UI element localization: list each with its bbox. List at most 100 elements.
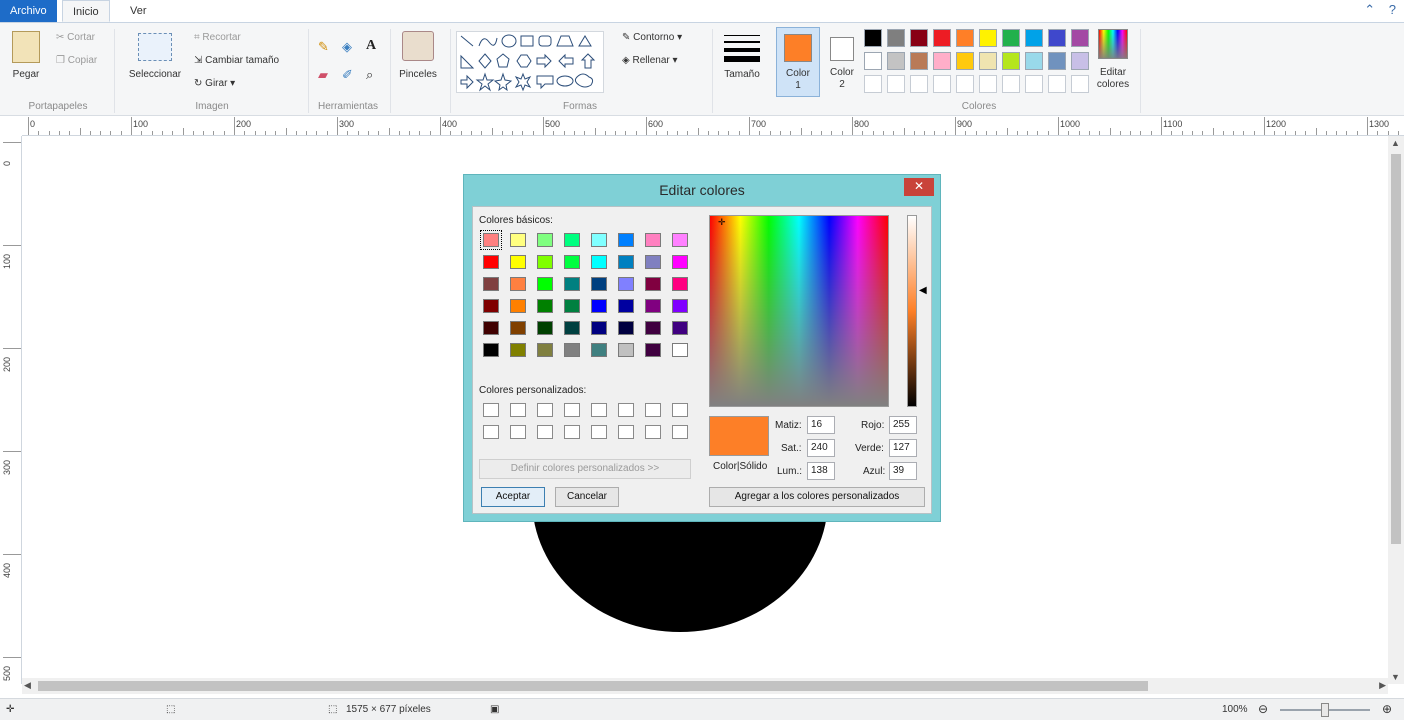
fill-bucket-icon[interactable]: ◈ bbox=[342, 39, 352, 55]
basic-color-cell[interactable] bbox=[591, 299, 607, 313]
basic-color-cell[interactable] bbox=[510, 299, 526, 313]
pencil-icon[interactable]: ✎ bbox=[318, 39, 329, 55]
zoom-in-icon[interactable]: ⊕ bbox=[1382, 702, 1392, 716]
basic-color-cell[interactable] bbox=[483, 255, 499, 269]
palette-color-swatch[interactable] bbox=[979, 52, 997, 70]
palette-color-swatch[interactable] bbox=[864, 29, 882, 47]
basic-color-cell[interactable] bbox=[537, 233, 553, 247]
basic-color-cell[interactable] bbox=[537, 299, 553, 313]
palette-color-swatch[interactable] bbox=[933, 52, 951, 70]
basic-color-cell[interactable] bbox=[537, 255, 553, 269]
palette-color-swatch[interactable] bbox=[979, 29, 997, 47]
basic-color-cell[interactable] bbox=[645, 299, 661, 313]
define-custom-colors-button[interactable]: Definir colores personalizados >> bbox=[479, 459, 691, 479]
outline-dropdown[interactable]: ✎ Contorno ▾ bbox=[622, 32, 682, 43]
basic-color-cell[interactable] bbox=[591, 343, 607, 357]
paste-button[interactable]: Pegar bbox=[6, 69, 46, 81]
palette-color-swatch[interactable] bbox=[887, 29, 905, 47]
brush-icon[interactable] bbox=[402, 31, 434, 61]
basic-color-cell[interactable] bbox=[672, 255, 688, 269]
copy-button[interactable]: ❐ Copiar bbox=[56, 55, 97, 66]
luminance-slider[interactable] bbox=[907, 215, 917, 407]
edit-colors-label-2[interactable]: colores bbox=[1090, 79, 1136, 91]
basic-color-cell[interactable] bbox=[591, 233, 607, 247]
basic-color-cell[interactable] bbox=[645, 277, 661, 291]
add-to-custom-colors-button[interactable]: Agregar a los colores personalizados bbox=[709, 487, 925, 507]
custom-color-cell[interactable] bbox=[618, 403, 634, 417]
palette-color-swatch[interactable] bbox=[956, 29, 974, 47]
basic-color-cell[interactable] bbox=[618, 321, 634, 335]
text-tool-icon[interactable]: A bbox=[366, 38, 376, 54]
custom-color-cell[interactable] bbox=[537, 425, 553, 439]
basic-color-cell[interactable] bbox=[618, 255, 634, 269]
shapes-gallery[interactable] bbox=[456, 31, 604, 93]
color-picker-icon[interactable]: ✐ bbox=[342, 67, 353, 83]
custom-color-cell[interactable] bbox=[591, 403, 607, 417]
basic-color-cell[interactable] bbox=[510, 255, 526, 269]
zoom-out-icon[interactable]: ⊖ bbox=[1258, 702, 1268, 716]
basic-color-cell[interactable] bbox=[537, 277, 553, 291]
basic-color-cell[interactable] bbox=[483, 321, 499, 335]
palette-empty-swatch[interactable] bbox=[910, 75, 928, 93]
scroll-up-icon[interactable]: ▲ bbox=[1391, 138, 1400, 148]
basic-color-cell[interactable] bbox=[645, 343, 661, 357]
paste-icon[interactable] bbox=[12, 31, 40, 63]
basic-color-cell[interactable] bbox=[591, 277, 607, 291]
basic-color-cell[interactable] bbox=[618, 299, 634, 313]
custom-color-cell[interactable] bbox=[672, 425, 688, 439]
basic-color-cell[interactable] bbox=[672, 321, 688, 335]
palette-color-swatch[interactable] bbox=[1048, 29, 1066, 47]
luminance-pointer-icon[interactable]: ◀ bbox=[919, 285, 927, 296]
basic-color-cell[interactable] bbox=[591, 255, 607, 269]
basic-color-cell[interactable] bbox=[618, 233, 634, 247]
blue-input[interactable]: 39 bbox=[889, 462, 917, 480]
basic-color-cell[interactable] bbox=[564, 343, 580, 357]
color1-button[interactable]: Color 1 bbox=[776, 27, 820, 97]
brushes-button[interactable]: Pinceles bbox=[394, 69, 442, 81]
scroll-down-icon[interactable]: ▼ bbox=[1391, 672, 1400, 682]
basic-color-cell[interactable] bbox=[672, 233, 688, 247]
vertical-scrollbar[interactable]: ▲ ▼ bbox=[1388, 136, 1404, 684]
basic-color-cell[interactable] bbox=[645, 233, 661, 247]
hue-input[interactable]: 16 bbox=[807, 416, 835, 434]
magnifier-icon[interactable]: ⌕ bbox=[366, 67, 373, 83]
palette-empty-swatch[interactable] bbox=[1002, 75, 1020, 93]
basic-color-cell[interactable] bbox=[564, 321, 580, 335]
basic-color-cell[interactable] bbox=[618, 343, 634, 357]
close-button[interactable]: ✕ bbox=[904, 178, 934, 196]
basic-color-cell[interactable] bbox=[483, 299, 499, 313]
basic-color-cell[interactable] bbox=[510, 343, 526, 357]
horizontal-scroll-thumb[interactable] bbox=[38, 681, 1148, 691]
basic-color-cell[interactable] bbox=[537, 321, 553, 335]
basic-color-cell[interactable] bbox=[483, 277, 499, 291]
cut-button[interactable]: ✂ Cortar bbox=[56, 32, 95, 43]
custom-color-cell[interactable] bbox=[510, 425, 526, 439]
palette-color-swatch[interactable] bbox=[933, 29, 951, 47]
basic-color-cell[interactable] bbox=[483, 343, 499, 357]
palette-color-swatch[interactable] bbox=[910, 29, 928, 47]
palette-color-swatch[interactable] bbox=[910, 52, 928, 70]
color2-button[interactable]: Color 2 bbox=[822, 27, 862, 97]
fill-dropdown[interactable]: ◈ Rellenar ▾ bbox=[622, 55, 678, 66]
custom-color-cell[interactable] bbox=[564, 403, 580, 417]
palette-empty-swatch[interactable] bbox=[864, 75, 882, 93]
select-button[interactable]: Seleccionar bbox=[122, 69, 188, 81]
basic-color-cell[interactable] bbox=[672, 277, 688, 291]
basic-color-cell[interactable] bbox=[645, 255, 661, 269]
palette-color-swatch[interactable] bbox=[864, 52, 882, 70]
edit-colors-label-1[interactable]: Editar bbox=[1090, 67, 1136, 79]
basic-color-cell[interactable] bbox=[564, 299, 580, 313]
palette-color-swatch[interactable] bbox=[1002, 29, 1020, 47]
custom-color-cell[interactable] bbox=[483, 425, 499, 439]
lum-input[interactable]: 138 bbox=[807, 462, 835, 480]
scroll-left-icon[interactable]: ◀ bbox=[24, 680, 31, 691]
custom-color-cell[interactable] bbox=[510, 403, 526, 417]
basic-color-cell[interactable] bbox=[510, 233, 526, 247]
basic-color-cell[interactable] bbox=[645, 321, 661, 335]
basic-color-cell[interactable] bbox=[672, 299, 688, 313]
size-button[interactable]: Tamaño bbox=[716, 69, 768, 81]
palette-empty-swatch[interactable] bbox=[956, 75, 974, 93]
basic-color-cell[interactable] bbox=[591, 321, 607, 335]
custom-color-cell[interactable] bbox=[645, 425, 661, 439]
basic-color-cell[interactable] bbox=[618, 277, 634, 291]
